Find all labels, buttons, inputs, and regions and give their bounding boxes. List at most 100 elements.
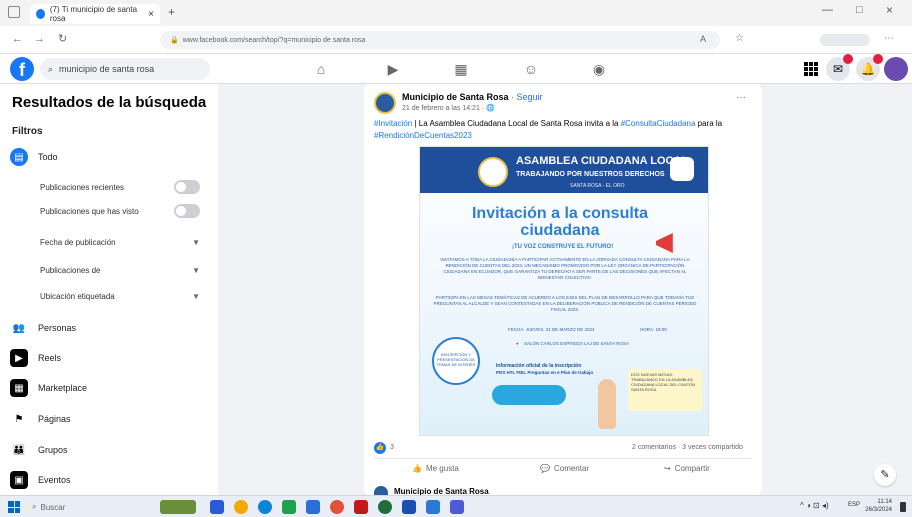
video-icon[interactable]: ▶ [384, 60, 402, 78]
megaphone-icon [656, 233, 673, 253]
clock-date: 26/3/2024 [865, 507, 892, 513]
filter-label: Publicaciones que has visto [40, 206, 139, 216]
flyer-heading-line: ciudadana [520, 222, 600, 239]
app-icon[interactable] [450, 500, 464, 514]
filter-date[interactable]: Fecha de publicación ▼ [40, 238, 200, 247]
next-post-avatar[interactable] [374, 486, 388, 495]
marketplace-icon: ▦ [10, 379, 28, 397]
sidebar-item-reels[interactable]: ▶ Reels [10, 347, 210, 369]
sidebar-item-marketplace[interactable]: ▦ Marketplace [10, 377, 210, 399]
flyer-header-band [420, 147, 708, 193]
filter-all-label: Todo [38, 152, 58, 162]
post-date[interactable]: 21 de febrero a las 14:21 · 🌐 [402, 104, 495, 112]
browser-menu-icon[interactable]: ⋯ [884, 33, 894, 44]
follow-link[interactable]: · Seguir [511, 92, 543, 102]
filter-seen-posts[interactable]: Publicaciones que has visto [40, 204, 200, 218]
minimize-icon[interactable]: — [822, 4, 833, 16]
like-reaction-icon[interactable]: 👍 [374, 442, 386, 454]
filter-posts-from[interactable]: Publicaciones de ▼ [40, 266, 200, 275]
groups-nav-icon[interactable]: ☺ [522, 60, 540, 78]
flyer-heading-line: Invitación a la consulta [471, 205, 649, 222]
hashtag-link[interactable]: #ConsultaCiudadana [621, 119, 696, 128]
tab-close-icon[interactable]: × [148, 9, 154, 20]
lock-icon: 🔒 [170, 37, 179, 44]
word-icon[interactable] [402, 500, 416, 514]
url-field[interactable]: 🔒 www.facebook.com/search/top/?q=municip… [160, 31, 720, 49]
post-text: #Invitación | La Asamblea Ciudadana Loca… [374, 118, 754, 142]
hashtag-link[interactable]: #Invitación [374, 119, 412, 128]
share-icon: ↪ [664, 464, 671, 473]
chrome-icon[interactable] [234, 500, 248, 514]
browser-tab[interactable]: (7) Ti municipio de santa rosa × [30, 4, 160, 24]
new-tab-icon[interactable]: + [168, 5, 175, 19]
recent-posts-toggle[interactable] [174, 180, 200, 194]
search-input[interactable]: ⌕ municipio de santa rosa [40, 58, 210, 80]
home-icon[interactable]: ⌂ [312, 60, 330, 78]
comments-shares-count[interactable]: 2 comentarios · 3 veces compartido [632, 444, 743, 451]
favorite-icon[interactable]: ☆ [735, 33, 744, 44]
facebook-navbar: f ⌕ municipio de santa rosa ⌂ ▶ ▦ ☺ ◉ ✉ … [0, 54, 912, 84]
back-icon[interactable]: ← [12, 33, 23, 45]
filter-tagged-location[interactable]: Ubicación etiquetada ▼ [40, 292, 200, 301]
flyer-time: HORA: 18:00 [640, 327, 667, 332]
sidebar-item-label: Personas [38, 323, 77, 333]
post-author[interactable]: Municipio de Santa Rosa · Seguir [402, 92, 543, 102]
sidebar-item-events[interactable]: ▣ Eventos [10, 469, 210, 491]
post-image-flyer[interactable]: ASAMBLEA CIUDADANA LOCAL TRABAJANDO POR … [419, 146, 709, 436]
share-button[interactable]: ↪ Compartir [664, 464, 710, 473]
edge-icon[interactable] [258, 500, 272, 514]
taskbar-search[interactable]: ⌕ Buscar [32, 499, 142, 515]
menu-grid-icon[interactable] [804, 62, 818, 76]
gaming-icon[interactable]: ◉ [590, 60, 608, 78]
marketplace-nav-icon[interactable]: ▦ [452, 60, 470, 78]
hashtag-link[interactable]: #RendiciónDeCuentas2023 [374, 131, 472, 140]
notification-center-icon[interactable] [900, 502, 906, 512]
profile-avatar[interactable] [884, 57, 908, 81]
page-name[interactable]: Municipio de Santa Rosa [402, 92, 509, 102]
forward-icon[interactable]: → [34, 33, 45, 45]
comment-button[interactable]: 💬 Comentar [540, 464, 589, 473]
sidebar-item-people[interactable]: 👥 Personas [10, 317, 210, 339]
tab-actions-icon[interactable] [8, 6, 20, 18]
maximize-icon[interactable]: □ [856, 4, 863, 16]
flyer-title: ASAMBLEA CIUDADANA LOCAL [516, 155, 689, 167]
sidebar-item-label: Marketplace [38, 383, 88, 393]
flyer-date: FECHA: JUEVES, 21 DE MARZO DE 2024 [508, 327, 595, 332]
flyer-link-title: Información oficial de la inscripción [496, 363, 582, 369]
sidebar-item-groups[interactable]: 👪 Grupos [10, 439, 210, 461]
reload-icon[interactable]: ↻ [58, 32, 67, 45]
weather-widget[interactable] [160, 500, 196, 514]
seen-posts-toggle[interactable] [174, 204, 200, 218]
filter-all[interactable]: ▤ Todo [10, 146, 210, 168]
reactions-count[interactable]: 3 [390, 444, 394, 451]
page-avatar[interactable] [374, 92, 396, 114]
flyer-link-pill [492, 385, 566, 405]
language-indicator[interactable]: ESP [848, 502, 860, 508]
person-illustration [598, 379, 616, 429]
like-button[interactable]: 👍 Me gusta [412, 464, 459, 473]
comment-icon: 💬 [540, 464, 550, 473]
new-message-icon[interactable]: ✎ [874, 464, 896, 486]
messenger-button[interactable]: ✉ [826, 54, 853, 81]
app-icon[interactable] [330, 500, 344, 514]
filter-recent-posts[interactable]: Publicaciones recientes [40, 180, 200, 194]
mail-icon[interactable] [306, 500, 320, 514]
facebook-logo[interactable]: f [10, 57, 34, 81]
location-pin-icon: ● [516, 341, 519, 346]
explorer-icon[interactable] [426, 500, 440, 514]
pdf-icon[interactable] [354, 500, 368, 514]
close-window-icon[interactable]: × [886, 3, 893, 17]
clock[interactable]: 11:14 26/3/2024 [865, 498, 892, 514]
chevron-down-icon: ▼ [192, 266, 200, 275]
profile-button[interactable] [820, 34, 870, 46]
app-icon[interactable] [378, 500, 392, 514]
store-icon[interactable] [282, 500, 296, 514]
taskview-icon[interactable] [210, 500, 224, 514]
post-options-icon[interactable]: ··· [736, 92, 746, 103]
windows-start-icon[interactable] [8, 501, 20, 513]
reader-icon[interactable]: A [700, 34, 706, 44]
notifications-button[interactable]: 🔔 [856, 54, 883, 81]
post-card: Municipio de Santa Rosa · Seguir 21 de f… [364, 84, 762, 496]
system-tray-icons[interactable]: ^ ◑ ⊡ ◂) [800, 501, 829, 510]
sidebar-item-pages[interactable]: ⚑ Páginas [10, 408, 210, 430]
